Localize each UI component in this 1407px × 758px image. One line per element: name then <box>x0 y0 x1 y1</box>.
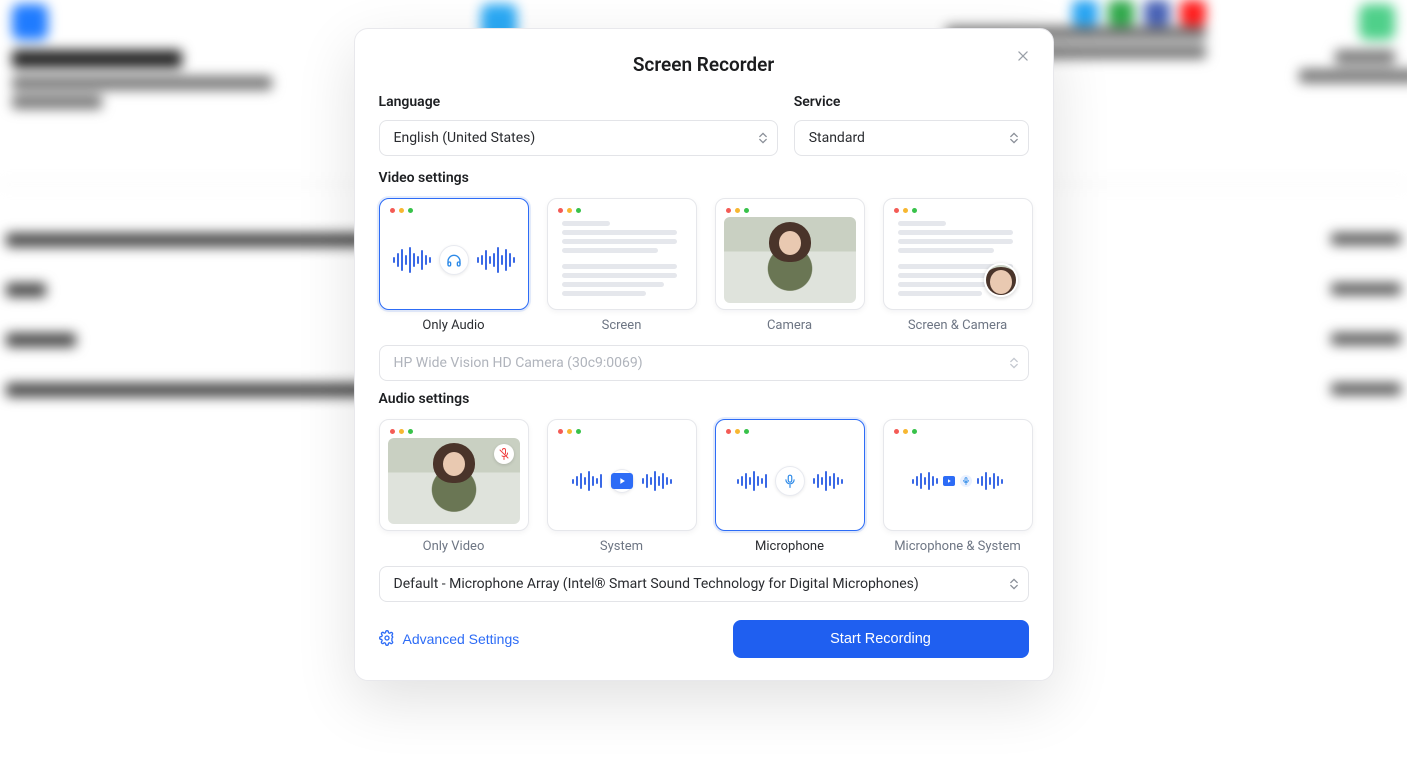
camera-device-select[interactable]: HP Wide Vision HD Camera (30c9:0069) <box>379 345 1029 381</box>
audio-option-label: System <box>600 539 643 554</box>
video-option-only-audio[interactable] <box>379 198 529 310</box>
language-label: Language <box>379 94 778 110</box>
service-select[interactable]: Standard <box>794 120 1029 156</box>
microphone-device-select[interactable]: Default - Microphone Array (Intel® Smart… <box>379 566 1029 602</box>
audio-settings-label: Audio settings <box>379 391 1029 407</box>
window-dots-icon <box>558 429 688 434</box>
modal-overlay: Screen Recorder Language English (United… <box>0 0 1407 758</box>
start-recording-button[interactable]: Start Recording <box>733 620 1029 658</box>
window-dots-icon <box>726 429 856 434</box>
chevron-updown-icon <box>1010 133 1018 144</box>
video-option-camera[interactable] <box>715 198 865 310</box>
video-option-label: Only Audio <box>422 318 484 333</box>
chevron-updown-icon <box>1010 579 1018 590</box>
video-option-screen-camera[interactable] <box>883 198 1033 310</box>
language-select[interactable]: English (United States) <box>379 120 778 156</box>
window-dots-icon <box>390 208 520 213</box>
close-button[interactable] <box>1009 43 1037 71</box>
camera-device-value: HP Wide Vision HD Camera (30c9:0069) <box>394 355 643 371</box>
close-icon <box>1016 49 1030 66</box>
advanced-settings-button[interactable]: Advanced Settings <box>379 626 520 653</box>
audio-options: Only Video <box>379 419 1029 554</box>
audio-option-label: Microphone <box>755 539 824 554</box>
window-dots-icon <box>894 429 1024 434</box>
mic-muted-icon <box>494 444 514 464</box>
audio-option-only-video[interactable] <box>379 419 529 531</box>
microphone-icon <box>960 475 972 487</box>
audio-option-microphone[interactable] <box>715 419 865 531</box>
video-option-label: Camera <box>767 318 812 333</box>
camera-pip-icon <box>984 263 1018 297</box>
headphones-icon <box>439 245 469 275</box>
window-dots-icon <box>558 208 688 213</box>
video-settings-label: Video settings <box>379 170 1029 186</box>
service-label: Service <box>794 94 1029 110</box>
system-audio-icon <box>943 476 955 486</box>
audio-option-microphone-system[interactable] <box>883 419 1033 531</box>
video-options: Only Audio Screen <box>379 198 1029 333</box>
service-value: Standard <box>809 130 865 146</box>
gear-icon <box>379 630 395 649</box>
modal-title: Screen Recorder <box>379 53 1029 76</box>
microphone-icon <box>775 466 805 496</box>
audio-option-label: Microphone & System <box>894 539 1021 554</box>
audio-option-system[interactable] <box>547 419 697 531</box>
system-audio-icon <box>610 469 634 493</box>
window-dots-icon <box>390 429 520 434</box>
window-dots-icon <box>894 208 1024 213</box>
video-option-screen[interactable] <box>547 198 697 310</box>
chevron-updown-icon <box>1010 358 1018 369</box>
advanced-settings-label: Advanced Settings <box>403 631 520 647</box>
microphone-device-value: Default - Microphone Array (Intel® Smart… <box>394 576 919 592</box>
chevron-updown-icon <box>759 133 767 144</box>
video-option-label: Screen & Camera <box>908 318 1007 333</box>
window-dots-icon <box>726 208 856 213</box>
video-option-label: Screen <box>602 318 642 333</box>
language-value: English (United States) <box>394 130 536 146</box>
screen-recorder-modal: Screen Recorder Language English (United… <box>354 28 1054 681</box>
audio-option-label: Only Video <box>423 539 485 554</box>
